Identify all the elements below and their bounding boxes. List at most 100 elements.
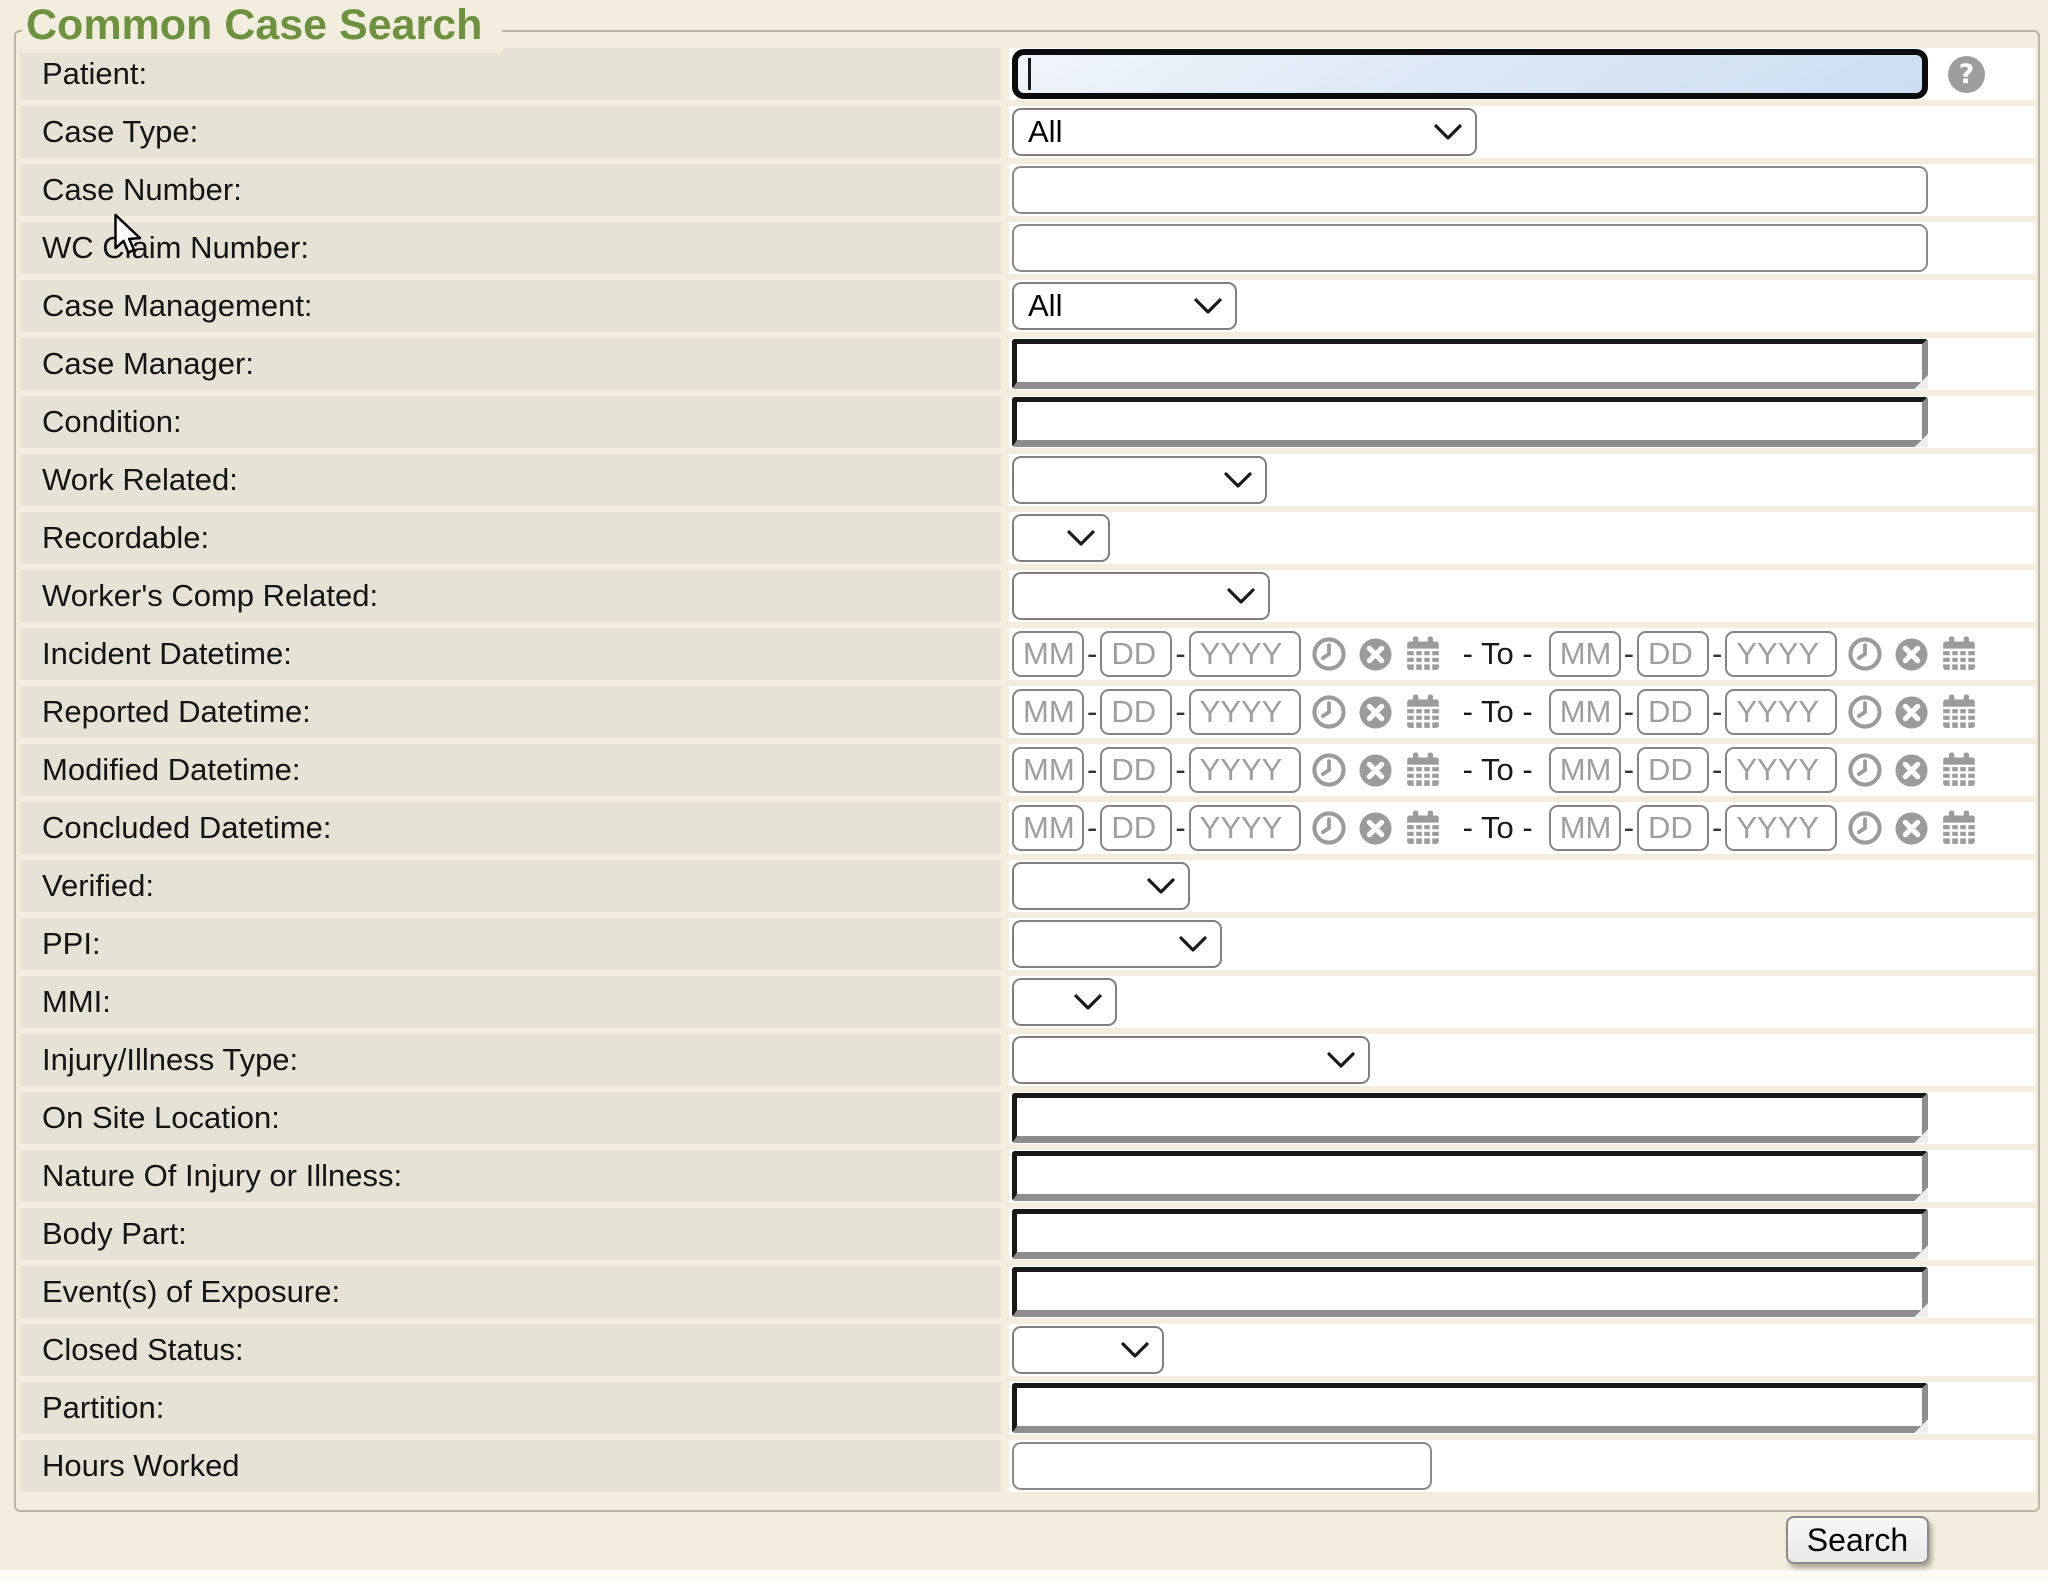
- work-related-select[interactable]: [1012, 456, 1267, 504]
- injury-illness-type-select[interactable]: [1012, 1036, 1370, 1084]
- from-day-input[interactable]: [1100, 805, 1172, 851]
- case-type-select[interactable]: All: [1012, 108, 1477, 156]
- from-month-input[interactable]: [1012, 631, 1084, 677]
- calendar-icon[interactable]: [1403, 808, 1443, 848]
- to-year-input[interactable]: [1725, 747, 1837, 793]
- inset-text-field[interactable]: [1017, 402, 1922, 440]
- clear-icon[interactable]: [1893, 810, 1930, 847]
- calendar-icon[interactable]: [1939, 634, 1979, 674]
- date-separator: -: [1087, 752, 1097, 788]
- field-label-modified-datetime: Modified Datetime:: [20, 744, 1001, 796]
- clear-icon[interactable]: [1893, 694, 1930, 731]
- calendar-icon[interactable]: [1403, 750, 1443, 790]
- from-day-input[interactable]: [1100, 631, 1172, 677]
- calendar-icon[interactable]: [1403, 692, 1443, 732]
- field-value-cell: [1009, 164, 2035, 216]
- nature-of-injury-or-illness-input[interactable]: [1012, 1151, 1928, 1201]
- clock-icon[interactable]: [1846, 635, 1884, 673]
- from-year-input[interactable]: [1189, 689, 1301, 735]
- search-button[interactable]: Search: [1786, 1516, 1929, 1564]
- to-day-input[interactable]: [1637, 689, 1709, 735]
- clock-icon[interactable]: [1846, 693, 1884, 731]
- field-label-reported-datetime: Reported Datetime:: [20, 686, 1001, 738]
- to-day-input[interactable]: [1637, 805, 1709, 851]
- field-value-cell: All: [1009, 280, 2035, 332]
- hours-worked-input[interactable]: [1012, 1442, 1432, 1490]
- to-year-input[interactable]: [1725, 631, 1837, 677]
- field-value-cell: [1009, 1034, 2035, 1086]
- clear-icon[interactable]: [1357, 694, 1394, 731]
- clock-icon[interactable]: [1310, 635, 1348, 673]
- from-year-input[interactable]: [1189, 631, 1301, 677]
- clear-icon[interactable]: [1357, 810, 1394, 847]
- clear-icon[interactable]: [1357, 636, 1394, 673]
- body-part-input[interactable]: [1012, 1209, 1928, 1259]
- clock-icon[interactable]: [1846, 809, 1884, 847]
- resize-grip[interactable]: [1913, 432, 1928, 447]
- mmi-select[interactable]: [1012, 978, 1117, 1026]
- inset-text-field[interactable]: [1017, 1098, 1922, 1136]
- help-icon[interactable]: ?: [1948, 56, 1985, 93]
- inset-text-field[interactable]: [1017, 344, 1922, 382]
- form-row-modified-datetime: Modified Datetime:--- To ---: [20, 744, 2035, 796]
- wc-claim-number-input[interactable]: [1012, 224, 1928, 272]
- partition-input[interactable]: [1012, 1383, 1928, 1433]
- clear-icon[interactable]: [1893, 752, 1930, 789]
- calendar-icon[interactable]: [1403, 634, 1443, 674]
- field-label-body-part: Body Part:: [20, 1208, 1001, 1260]
- inset-text-field[interactable]: [1017, 1272, 1922, 1310]
- on-site-location-input[interactable]: [1012, 1093, 1928, 1143]
- to-day-input[interactable]: [1637, 747, 1709, 793]
- case-manager-input[interactable]: [1012, 339, 1928, 389]
- inset-text-field[interactable]: [1017, 1388, 1922, 1426]
- clear-icon[interactable]: [1893, 636, 1930, 673]
- patient-input-focused[interactable]: [1012, 49, 1928, 99]
- to-month-input[interactable]: [1549, 631, 1621, 677]
- calendar-icon[interactable]: [1939, 692, 1979, 732]
- resize-grip[interactable]: [1913, 1302, 1928, 1317]
- recordable-select[interactable]: [1012, 514, 1110, 562]
- event-s-of-exposure-input[interactable]: [1012, 1267, 1928, 1317]
- to-year-input[interactable]: [1725, 689, 1837, 735]
- resize-grip[interactable]: [1913, 374, 1928, 389]
- form-row-patient: Patient:?: [20, 48, 2035, 100]
- from-day-input[interactable]: [1100, 747, 1172, 793]
- clock-icon[interactable]: [1310, 751, 1348, 789]
- to-year-input[interactable]: [1725, 805, 1837, 851]
- field-value-cell: --- To ---: [1009, 628, 2035, 680]
- from-month-input[interactable]: [1012, 689, 1084, 735]
- closed-status-select[interactable]: [1012, 1326, 1164, 1374]
- inset-text-field[interactable]: [1017, 1214, 1922, 1252]
- ppi-select[interactable]: [1012, 920, 1222, 968]
- field-label-patient: Patient:: [20, 48, 1001, 100]
- verified-select[interactable]: [1012, 862, 1190, 910]
- resize-grip[interactable]: [1913, 1418, 1928, 1433]
- field-label-work-related: Work Related:: [20, 454, 1001, 506]
- from-month-input[interactable]: [1012, 805, 1084, 851]
- resize-grip[interactable]: [1913, 1186, 1928, 1201]
- inset-text-field[interactable]: [1017, 1156, 1922, 1194]
- from-month-input[interactable]: [1012, 747, 1084, 793]
- worker-s-comp-related-select[interactable]: [1012, 572, 1270, 620]
- resize-grip[interactable]: [1913, 1244, 1928, 1259]
- case-management-select[interactable]: All: [1012, 282, 1237, 330]
- field-label-partition: Partition:: [20, 1382, 1001, 1434]
- to-month-input[interactable]: [1549, 747, 1621, 793]
- to-month-input[interactable]: [1549, 689, 1621, 735]
- to-month-input[interactable]: [1549, 805, 1621, 851]
- field-label-recordable: Recordable:: [20, 512, 1001, 564]
- to-day-input[interactable]: [1637, 631, 1709, 677]
- clock-icon[interactable]: [1846, 751, 1884, 789]
- case-number-input[interactable]: [1012, 166, 1928, 214]
- clock-icon[interactable]: [1310, 693, 1348, 731]
- from-year-input[interactable]: [1189, 805, 1301, 851]
- field-value-cell: [1009, 918, 2035, 970]
- calendar-icon[interactable]: [1939, 750, 1979, 790]
- clock-icon[interactable]: [1310, 809, 1348, 847]
- from-year-input[interactable]: [1189, 747, 1301, 793]
- from-day-input[interactable]: [1100, 689, 1172, 735]
- calendar-icon[interactable]: [1939, 808, 1979, 848]
- clear-icon[interactable]: [1357, 752, 1394, 789]
- resize-grip[interactable]: [1913, 1128, 1928, 1143]
- condition-input[interactable]: [1012, 397, 1928, 447]
